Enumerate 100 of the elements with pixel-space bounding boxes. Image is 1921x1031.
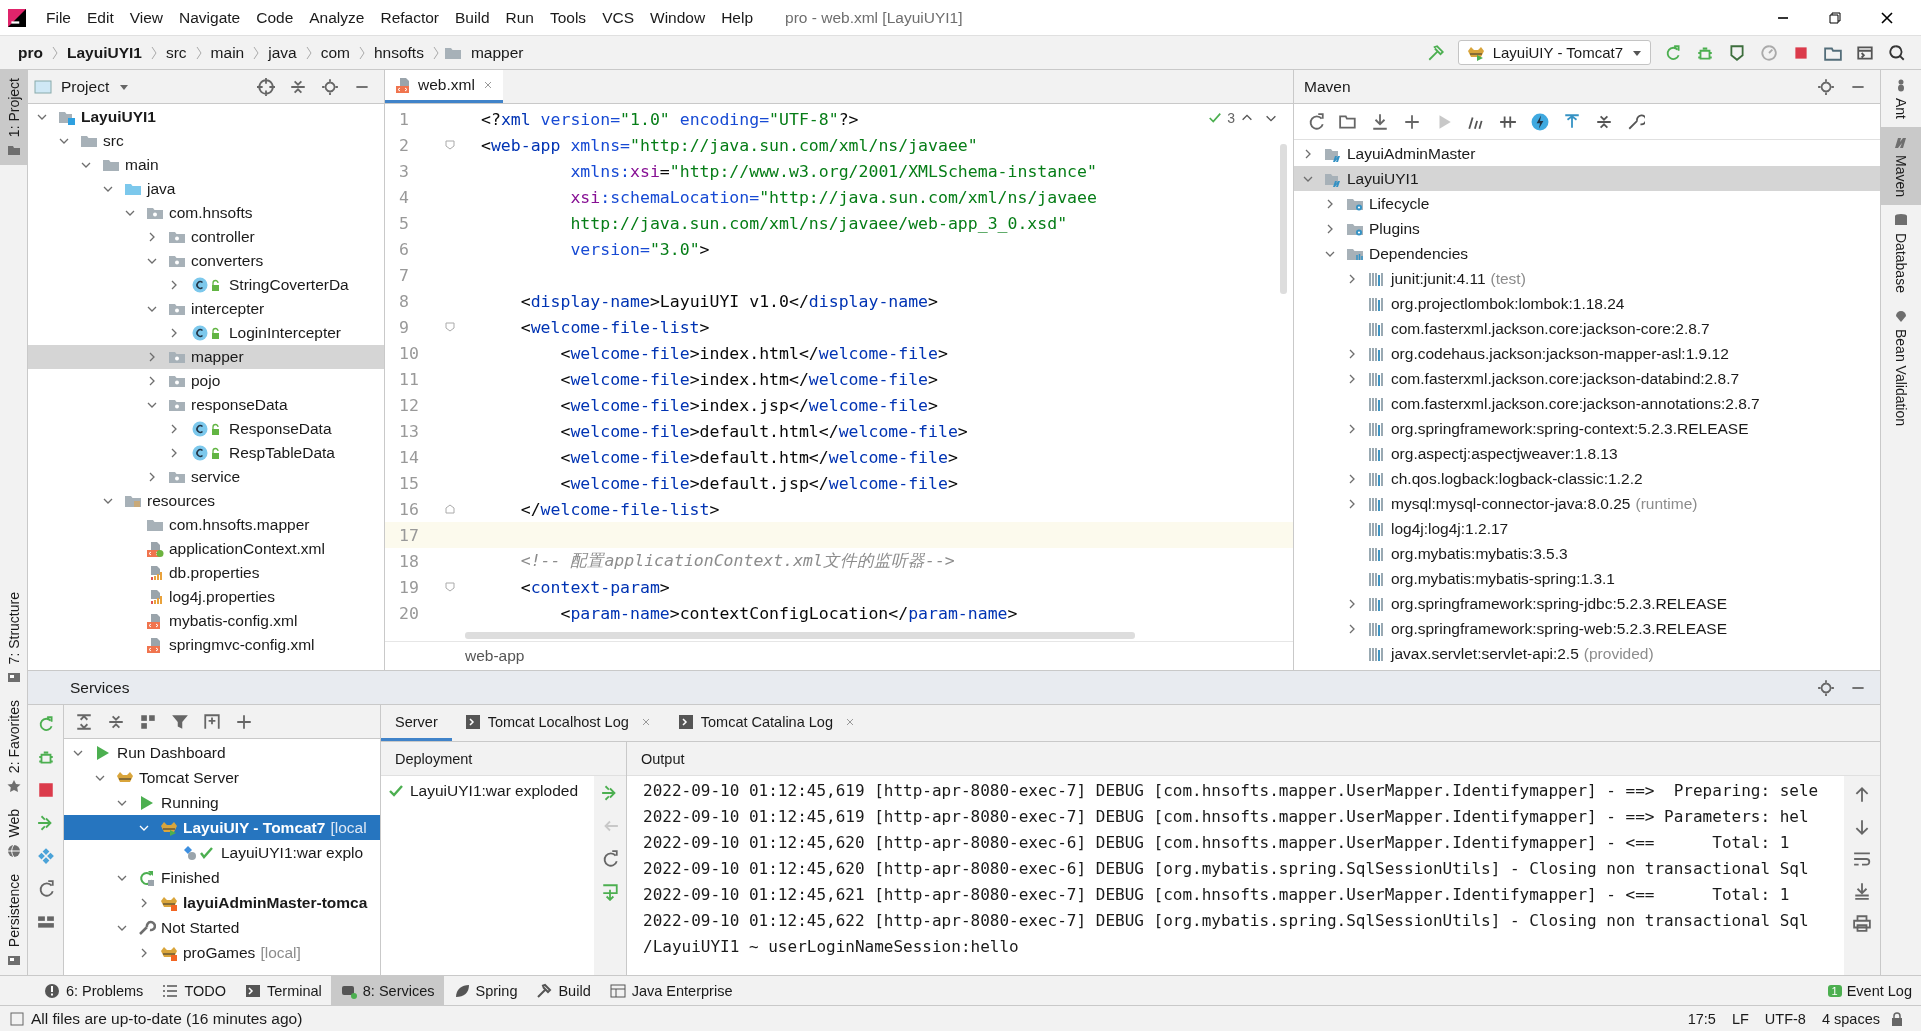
soft-wrap-icon[interactable]	[1853, 850, 1871, 868]
tree-item[interactable]: LayuiUYI1:war explo	[64, 840, 380, 865]
tree-item[interactable]: com.hnsofts.mapper	[28, 513, 384, 537]
menu-item[interactable]: Run	[497, 5, 542, 30]
menu-item[interactable]: Help	[713, 5, 762, 30]
menu-item[interactable]: Refactor	[372, 5, 448, 30]
tool-window-tab[interactable]: Build	[526, 976, 600, 1005]
tree-item[interactable]: resources	[28, 489, 384, 513]
tree-item[interactable]: ch.qos.logback:logback-classic:1.2.2	[1294, 466, 1880, 491]
tool-window-tab[interactable]: 6: Problems	[34, 976, 153, 1005]
menu-item[interactable]: Navigate	[171, 5, 249, 30]
tree-item[interactable]: Dependencies	[1294, 241, 1880, 266]
tool-window-button[interactable]: Maven	[1881, 127, 1921, 206]
menu-item[interactable]: Edit	[79, 5, 122, 30]
tree-item[interactable]: Running	[64, 790, 380, 815]
scrollbar[interactable]	[1280, 144, 1287, 294]
close-icon[interactable]	[1879, 9, 1895, 26]
tree-item[interactable]: applicationContext.xml	[28, 537, 384, 561]
scroll-to-end-icon[interactable]	[1853, 882, 1871, 900]
tree-item[interactable]: log4j.properties	[28, 585, 384, 609]
tree-item[interactable]: Lifecycle	[1294, 191, 1880, 216]
menu-item[interactable]: Tools	[541, 5, 595, 30]
menu-item[interactable]: File	[38, 5, 79, 30]
reload-icon[interactable]	[1307, 112, 1325, 131]
tree-item[interactable]: src	[28, 129, 384, 153]
tree-item[interactable]: LayuiUYI1	[1294, 166, 1880, 191]
breadcrumb-item[interactable]: com	[316, 41, 354, 64]
tree-item[interactable]: Tomcat Server	[64, 765, 380, 790]
menu-item[interactable]: Code	[248, 5, 302, 30]
wrench-icon[interactable]	[1627, 112, 1645, 131]
tree-item[interactable]: proGames [local]	[64, 940, 380, 965]
run-configuration-dropdown[interactable]: LayuiUIY - Tomcat7	[1457, 40, 1651, 65]
tree-item[interactable]: Not Started	[64, 915, 380, 940]
breadcrumb-item[interactable]: pro	[14, 41, 47, 64]
tree-item[interactable]: StringCoverterDa	[28, 273, 384, 297]
tool-window-button[interactable]: Web	[0, 801, 27, 866]
expand-all-icon[interactable]	[75, 712, 93, 731]
tab[interactable]: Tomcat Catalina Log	[664, 705, 869, 741]
tree-item[interactable]: com.fasterxml.jackson.core:jackson-databind:2.8.7	[1294, 366, 1880, 391]
menu-item[interactable]: Analyze	[301, 5, 373, 30]
status-item[interactable]: 4 spaces	[1813, 1010, 1888, 1027]
breadcrumb-item[interactable]: main	[206, 41, 249, 64]
breadcrumb-item[interactable]: src	[161, 41, 191, 64]
folder-icon[interactable]	[1339, 112, 1357, 131]
editor-tab[interactable]: web.xml	[385, 70, 503, 103]
tool-window-tab[interactable]: 8: Services	[330, 976, 444, 1005]
tool-window-tab[interactable]: Java Enterprise	[599, 976, 742, 1005]
tool-window-button[interactable]: Ant	[1881, 70, 1921, 127]
menu-item[interactable]: Window	[642, 5, 714, 30]
check-icon[interactable]	[1208, 111, 1223, 125]
coverage-icon[interactable]	[1728, 43, 1746, 62]
deployment-item[interactable]: LayuiUYI1:war exploded	[381, 780, 594, 802]
event-log-button[interactable]: 1 Event Log	[1818, 976, 1921, 1005]
tree-item[interactable]: org.springframework:spring-web:5.2.3.RELEASE	[1294, 616, 1880, 641]
breadcrumb-item[interactable]: LayuiUYI1	[62, 41, 146, 64]
arrow-down-icon[interactable]	[1853, 818, 1871, 836]
arrow-up-icon[interactable]	[1853, 786, 1871, 804]
tool-window-tab[interactable]: Terminal	[235, 976, 331, 1005]
tree-item[interactable]: intercepter	[28, 297, 384, 321]
tree-item[interactable]: javax.servlet:servlet-api:2.5 (provided)	[1294, 641, 1880, 666]
tree-item[interactable]: org.mybatis:mybatis-spring:1.3.1	[1294, 566, 1880, 591]
print-icon[interactable]	[1853, 914, 1871, 932]
status-item[interactable]: LF	[1723, 1010, 1757, 1027]
tab[interactable]: Tomcat Localhost Log	[451, 705, 665, 741]
download-icon[interactable]	[1371, 112, 1389, 131]
breadcrumb-item[interactable]: mapper	[466, 41, 528, 64]
tree-item[interactable]: org.codehaus.jackson:jackson-mapper-asl:1.9.12	[1294, 341, 1880, 366]
tree-item[interactable]: junit:junit:4.11 (test)	[1294, 266, 1880, 291]
status-item[interactable]: 17:5	[1679, 1010, 1724, 1027]
tree-item[interactable]: responseData	[28, 393, 384, 417]
tree-item[interactable]: RespTableData	[28, 441, 384, 465]
tool-window-button[interactable]: Persistence	[0, 865, 27, 975]
tree-item[interactable]: com.fasterxml.jackson.core:jackson-core:2.8.7	[1294, 316, 1880, 341]
tree-item[interactable]: mysql:mysql-connector-java:8.0.25 (runtime)	[1294, 491, 1880, 516]
tree-item[interactable]: com.fasterxml.jackson.core:jackson-annotations:2.8.7	[1294, 391, 1880, 416]
panel-title[interactable]: Project	[57, 77, 114, 96]
tree-item[interactable]: org.aspectj:aspectjweaver:1.8.13	[1294, 441, 1880, 466]
tool-window-button[interactable]: 1: Project	[0, 70, 27, 166]
tool-window-button[interactable]: Database	[1881, 205, 1921, 301]
refresh-icon[interactable]	[601, 850, 619, 868]
group-icon[interactable]	[139, 712, 157, 731]
tool-window-tab[interactable]: Spring	[443, 976, 527, 1005]
tree-item[interactable]: log4j:log4j:1.2.17	[1294, 516, 1880, 541]
locate-icon[interactable]	[257, 77, 275, 96]
layout-icon[interactable]	[36, 913, 55, 931]
tree-item[interactable]: com.hnsofts	[28, 201, 384, 225]
tree-item[interactable]: org.mybatis:mybatis:3.5.3	[1294, 541, 1880, 566]
scrollbar[interactable]	[465, 632, 1135, 639]
checkbox-icon[interactable]	[8, 1010, 26, 1027]
tree-item[interactable]: main	[28, 153, 384, 177]
tree-item[interactable]: java	[28, 177, 384, 201]
tree-item[interactable]: layuiAdminMaster-tomca	[64, 890, 380, 915]
tree-item[interactable]: ResponseData	[28, 417, 384, 441]
tree-item[interactable]: org.springframework:spring-context:5.2.3.RELEASE	[1294, 416, 1880, 441]
breadcrumb-item[interactable]: hnsofts	[369, 41, 428, 64]
breadcrumb-item[interactable]: java	[264, 41, 301, 64]
tree-item[interactable]: service	[28, 465, 384, 489]
add-icon[interactable]	[235, 712, 253, 731]
lightning-icon[interactable]	[1531, 112, 1549, 131]
window-icon[interactable]	[1856, 43, 1874, 62]
